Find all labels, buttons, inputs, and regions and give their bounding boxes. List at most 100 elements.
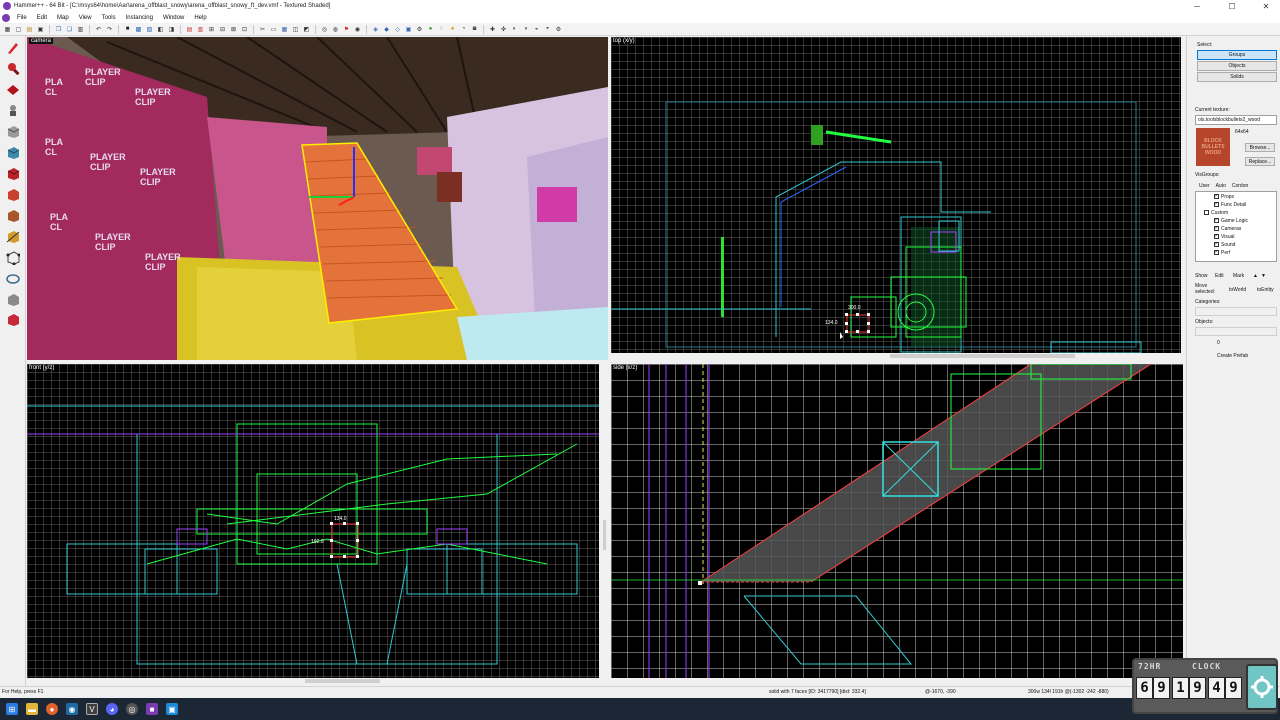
visgroup-item[interactable]: Custom [1204,209,1228,216]
sprinkle-tool-icon[interactable] [5,312,21,328]
vis-show-button[interactable]: Show [1195,273,1208,279]
menu-map[interactable]: Map [52,15,74,21]
skybox-icon[interactable]: ◑ [521,25,530,34]
ungroup-icon[interactable]: ▧ [145,25,154,34]
menu-view[interactable]: View [74,15,97,21]
vis-edit-button[interactable]: Edit [1215,273,1224,279]
camera-viewport[interactable]: camera PLA CL PLAYER CLIP PLAYER CLIP PL… [27,37,608,360]
carve-icon[interactable]: ■ [123,25,132,34]
top-view-scrollbar[interactable] [890,354,1075,358]
grid-icon[interactable]: ▦ [3,25,12,34]
start-icon[interactable]: ⊞ [6,703,18,715]
vis-up-button[interactable]: ▲ [1253,273,1258,279]
menu-edit[interactable]: Edit [32,15,52,21]
overlay-icon[interactable]: ◓ [543,25,552,34]
wireframe-icon[interactable]: ◈ [371,25,380,34]
fog-icon[interactable]: ◐ [510,25,519,34]
trim-icon[interactable]: ✜ [499,25,508,34]
grid-smaller-icon[interactable]: ⊠ [229,25,238,34]
visgroup-tree[interactable]: PropsFunc DetailCustomGame LogicCamerasV… [1195,191,1277,262]
compile-icon[interactable]: ⚙ [415,25,424,34]
discord-icon[interactable]: ◕ [106,703,118,715]
options-icon[interactable]: ⚙ [554,25,563,34]
paste-icon[interactable]: ❏ [65,25,74,34]
textured-icon[interactable]: ◇ [393,25,402,34]
unhide-icon[interactable]: ◨ [167,25,176,34]
decal-tool-icon[interactable] [5,187,21,203]
visgroup-item[interactable]: Props [1214,193,1234,200]
vertex-tool-icon[interactable] [5,250,21,266]
magnify-tool-icon[interactable] [5,60,21,76]
visgroup-checkbox[interactable] [1214,226,1219,231]
visgroup-item[interactable]: Sound [1214,241,1235,248]
redo-icon[interactable]: ↷ [105,25,114,34]
entity-tool-icon[interactable] [5,102,21,118]
menu-window[interactable]: Window [158,15,189,21]
tools-icon[interactable]: ✚ [488,25,497,34]
helpers-icon[interactable]: ◫ [291,25,300,34]
overlay-tool-icon[interactable] [5,208,21,224]
visgroup-checkbox[interactable] [1214,202,1219,207]
to-world-button[interactable]: toWorld [1229,287,1246,293]
tab-user[interactable]: User [1199,183,1210,189]
texture-lock-icon[interactable]: ▤ [185,25,194,34]
objects-dropdown[interactable] [1195,327,1277,336]
copy-icon[interactable]: ❐ [54,25,63,34]
cordon-tool-icon[interactable] [5,292,21,308]
lightmap-icon[interactable]: ▣ [404,25,413,34]
camera-icon[interactable]: ◙ [470,25,479,34]
visgroup-checkbox[interactable] [1214,242,1219,247]
texture-name-dropdown[interactable]: ols.toolsblockbullets2_wood [1195,115,1277,125]
vis-down-button[interactable]: ▼ [1261,273,1266,279]
light-icon[interactable]: ● [448,25,457,34]
front-viewport[interactable]: front (y/z) 134.0 192.0 [27,364,599,678]
minimize-button[interactable]: ─ [1185,0,1209,12]
menu-instancing[interactable]: Instancing [121,15,158,21]
tab-auto[interactable]: Auto [1216,183,1226,189]
group-ignore-icon[interactable]: ▦ [280,25,289,34]
visgroup-item[interactable]: Visual [1214,233,1235,240]
side-viewport[interactable]: side (x/z) [611,364,1183,678]
sound-icon[interactable]: ◔ [459,25,468,34]
select-groups-button[interactable]: Groups [1197,50,1277,60]
firefox-icon[interactable]: ● [46,703,58,715]
cordon-icon[interactable]: ● [426,25,435,34]
steam-icon[interactable]: ◉ [66,703,78,715]
texture-scale-lock-icon[interactable]: ▥ [196,25,205,34]
front-viewport-label[interactable]: front (y/z) [29,365,54,371]
clip-tool-icon[interactable] [5,229,21,245]
maximize-button[interactable]: ☐ [1220,0,1244,12]
visgroup-checkbox[interactable] [1214,218,1219,223]
map-properties-icon[interactable]: ◉ [353,25,362,34]
apply-texture-icon[interactable] [5,166,21,182]
group-icon[interactable]: ▩ [134,25,143,34]
box-select-icon[interactable]: ▭ [269,25,278,34]
save-icon[interactable]: ▣ [36,25,45,34]
menu-file[interactable]: File [12,15,32,21]
camera-tool-icon[interactable] [5,81,21,97]
visgroup-checkbox[interactable] [1214,250,1219,255]
visgroup-item[interactable]: Game Logic [1214,217,1248,224]
to-entity-button[interactable]: toEntity [1257,287,1274,293]
visgroup-item[interactable]: Cameras [1214,225,1241,232]
block-tool-icon[interactable] [5,124,21,140]
close-button[interactable]: ✕ [1254,0,1278,12]
show-grid-icon[interactable]: ⊟ [218,25,227,34]
cordon-edit-icon[interactable]: ◌ [437,25,446,34]
model-icon[interactable]: ◩ [302,25,311,34]
print-icon[interactable]: ▥ [76,25,85,34]
grid-larger-icon[interactable]: ⊡ [240,25,249,34]
visgroup-checkbox[interactable] [1214,234,1219,239]
browse-button[interactable]: Browse... [1245,143,1275,152]
visgroup-item[interactable]: Func Detail [1214,201,1246,208]
hammer-taskbar-icon[interactable]: ■ [146,703,158,715]
texture-tool-icon[interactable] [5,145,21,161]
menu-help[interactable]: Help [189,15,211,21]
camera-viewport-label[interactable]: camera [29,38,54,44]
check-problems-icon[interactable]: ⚑ [342,25,351,34]
side-viewport-label[interactable]: side (x/z) [613,365,637,371]
entity-report-icon[interactable]: ◍ [331,25,340,34]
replace-button[interactable]: Replace... [1245,157,1275,166]
displacement-icon[interactable]: ◒ [532,25,541,34]
snap-grid-icon[interactable]: ⊞ [207,25,216,34]
